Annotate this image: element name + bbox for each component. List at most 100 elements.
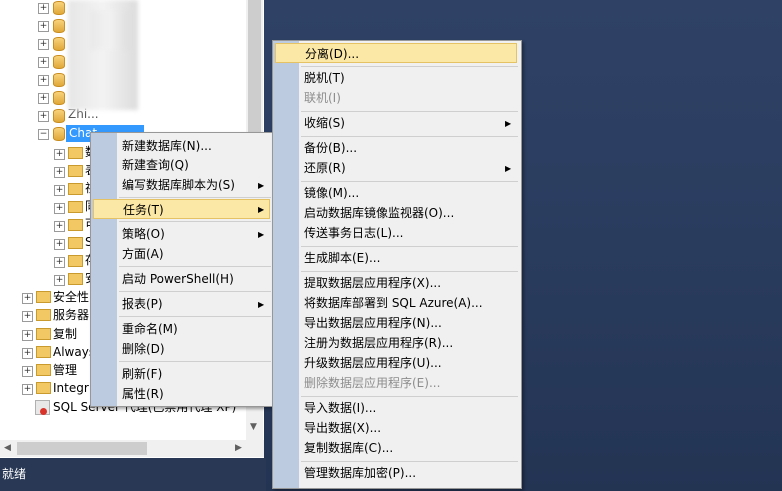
menu-separator <box>119 221 271 222</box>
expand-icon[interactable]: + <box>38 3 49 14</box>
folder-icon <box>68 255 83 267</box>
menu-separator <box>119 316 271 317</box>
menu-item-rename[interactable]: 重命名(M) <box>122 319 178 339</box>
menu-item-new-database[interactable]: 新建数据库(N)... <box>122 136 212 156</box>
expand-icon[interactable]: + <box>22 311 33 322</box>
menu-item-export-data[interactable]: 导出数据(X)... <box>304 418 381 438</box>
scroll-left-icon[interactable]: ◀ <box>4 443 11 453</box>
menu-item-detach[interactable]: 分离(D)... <box>275 43 517 63</box>
menu-separator <box>119 197 271 198</box>
menu-separator <box>119 266 271 267</box>
submenu-arrow-icon: ▶ <box>258 181 265 190</box>
menu-separator <box>301 181 518 182</box>
menu-separator <box>301 111 518 112</box>
scrollbar-thumb[interactable] <box>17 442 147 455</box>
menu-item-export-data-tier-app[interactable]: 导出数据层应用程序(N)... <box>304 313 442 333</box>
database-icon <box>53 91 65 105</box>
submenu-arrow-icon: ▶ <box>258 230 265 239</box>
folder-icon <box>36 382 51 394</box>
folder-icon <box>68 219 83 231</box>
menu-separator <box>301 271 518 272</box>
server-node-label[interactable]: 复制 <box>53 325 77 343</box>
menu-gutter <box>91 133 117 406</box>
expand-icon[interactable]: + <box>38 39 49 50</box>
menu-separator <box>301 66 518 67</box>
menu-item-new-query[interactable]: 新建查询(Q) <box>122 155 189 175</box>
menu-item-restore[interactable]: 还原(R) <box>304 158 346 178</box>
menu-item-generate-scripts[interactable]: 生成脚本(E)... <box>304 248 380 268</box>
expand-icon[interactable]: + <box>54 185 65 196</box>
menu-item-take-offline[interactable]: 脱机(T) <box>304 68 345 88</box>
expand-icon[interactable]: + <box>38 75 49 86</box>
menu-item-upgrade-data-tier-app[interactable]: 升级数据层应用程序(U)... <box>304 353 442 373</box>
menu-item-start-powershell[interactable]: 启动 PowerShell(H) <box>122 269 234 289</box>
menu-item-mirror[interactable]: 镜像(M)... <box>304 183 359 203</box>
menu-item-shrink[interactable]: 收缩(S) <box>304 113 345 133</box>
expand-icon[interactable]: + <box>54 203 65 214</box>
menu-item-register-data-tier-app[interactable]: 注册为数据层应用程序(R)... <box>304 333 453 353</box>
database-icon <box>53 37 65 51</box>
menu-item-backup[interactable]: 备份(B)... <box>304 138 357 158</box>
expand-icon[interactable]: + <box>54 149 65 160</box>
menu-item-ship-transaction-logs[interactable]: 传送事务日志(L)... <box>304 223 404 243</box>
submenu-arrow-icon: ▶ <box>505 119 512 128</box>
expand-icon[interactable]: + <box>54 167 65 178</box>
menu-separator <box>119 291 271 292</box>
expand-icon[interactable]: + <box>38 93 49 104</box>
menu-item-properties[interactable]: 属性(R) <box>122 384 164 404</box>
scroll-down-icon[interactable]: ▼ <box>250 422 257 432</box>
database-icon <box>53 19 65 33</box>
database-icon <box>53 127 65 141</box>
expand-icon[interactable]: + <box>22 384 33 395</box>
expand-icon[interactable]: + <box>22 330 33 341</box>
expand-icon[interactable]: + <box>38 111 49 122</box>
expand-icon[interactable]: + <box>22 366 33 377</box>
expand-icon[interactable]: + <box>54 257 65 268</box>
server-node-label[interactable]: Integr <box>53 379 89 397</box>
tasks-submenu: 分离(D)... 脱机(T) 联机(I) 收缩(S) ▶ 备份(B)... 还原… <box>272 40 522 489</box>
expand-icon[interactable]: + <box>38 57 49 68</box>
folder-icon <box>36 309 51 321</box>
menu-item-extract-data-tier-app[interactable]: 提取数据层应用程序(X)... <box>304 273 441 293</box>
menu-item-policies[interactable]: 策略(O) <box>122 224 165 244</box>
menu-item-script-database[interactable]: 编写数据库脚本为(S) <box>122 175 235 195</box>
menu-separator <box>119 361 271 362</box>
expand-icon[interactable]: + <box>54 275 65 286</box>
context-menu: 新建数据库(N)... 新建查询(Q) 编写数据库脚本为(S) ▶ 任务(T) … <box>90 132 275 407</box>
menu-item-launch-mirroring-monitor[interactable]: 启动数据库镜像监视器(O)... <box>304 203 454 223</box>
server-node-label[interactable]: Always <box>53 343 95 361</box>
expand-icon[interactable]: + <box>54 239 65 250</box>
expand-icon[interactable]: + <box>54 221 65 232</box>
menu-item-import-data[interactable]: 导入数据(I)... <box>304 398 376 418</box>
server-node-label[interactable]: 管理 <box>53 361 77 379</box>
menu-separator <box>301 246 518 247</box>
menu-item-copy-database[interactable]: 复制数据库(C)... <box>304 438 393 458</box>
expand-icon[interactable]: + <box>38 21 49 32</box>
folder-icon <box>68 201 83 213</box>
menu-item-delete[interactable]: 删除(D) <box>122 339 165 359</box>
menu-item-manage-database-encryption[interactable]: 管理数据库加密(P)... <box>304 463 416 483</box>
menu-item-facets[interactable]: 方面(A) <box>122 244 164 264</box>
menu-item-bring-online: 联机(I) <box>304 91 341 105</box>
server-node-label[interactable]: 安全性 <box>53 288 89 306</box>
expand-icon[interactable]: + <box>22 293 33 304</box>
submenu-arrow-icon: ▶ <box>505 164 512 173</box>
redacted-area <box>90 10 130 50</box>
submenu-arrow-icon: ▶ <box>258 205 265 214</box>
menu-separator <box>301 396 518 397</box>
menu-item-tasks[interactable]: 任务(T) <box>93 199 270 219</box>
folder-icon <box>68 147 83 159</box>
menu-item-refresh[interactable]: 刷新(F) <box>122 364 162 384</box>
server-node-label[interactable]: 服务器 <box>53 306 89 324</box>
menu-separator <box>301 461 518 462</box>
menu-item-deploy-to-sql-azure[interactable]: 将数据库部署到 SQL Azure(A)... <box>304 293 483 313</box>
folder-icon <box>68 273 83 285</box>
expand-icon[interactable]: + <box>22 348 33 359</box>
folder-icon <box>36 364 51 376</box>
menu-item-reports[interactable]: 报表(P) <box>122 294 163 314</box>
horizontal-scrollbar[interactable]: ◀ ▶ <box>0 440 264 457</box>
folder-icon <box>36 291 51 303</box>
collapse-icon[interactable]: − <box>38 129 49 140</box>
scroll-right-icon[interactable]: ▶ <box>235 443 242 453</box>
database-icon <box>53 73 65 87</box>
